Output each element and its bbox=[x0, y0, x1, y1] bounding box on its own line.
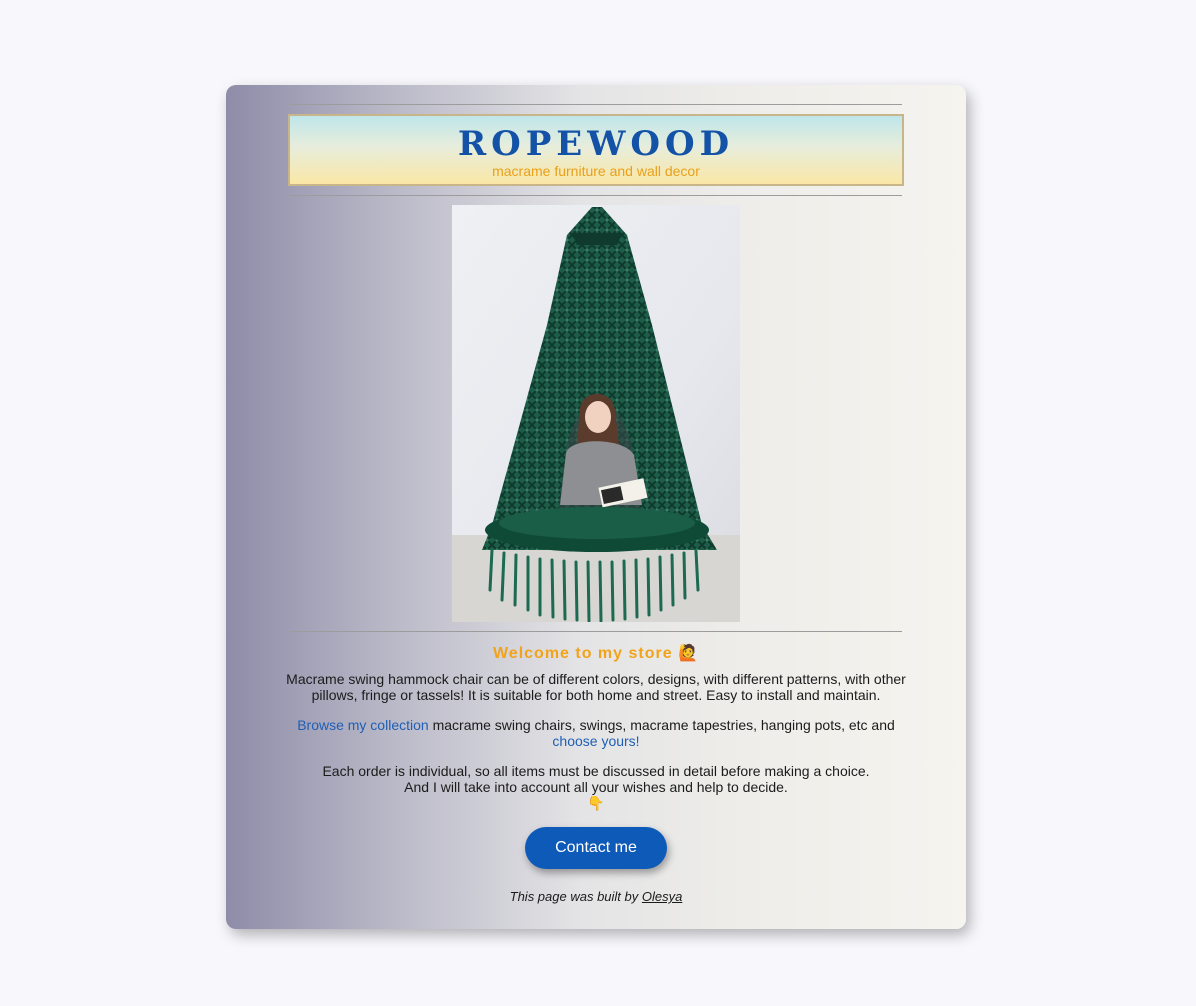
content-divider bbox=[290, 631, 902, 632]
page-footer: This page was built by Olesya bbox=[226, 889, 966, 904]
footer-text: This page was built by bbox=[509, 889, 642, 904]
hammock-photo bbox=[452, 205, 740, 622]
header-banner: ROPEWOOD macrame furniture and wall deco… bbox=[288, 114, 904, 186]
browse-collection-link[interactable]: Browse my collection bbox=[297, 717, 429, 733]
top-divider bbox=[290, 104, 902, 105]
order-paragraph: Each order is individual, so all items m… bbox=[281, 763, 911, 811]
choose-yours-link[interactable]: choose yours! bbox=[552, 733, 639, 749]
header-divider bbox=[290, 195, 902, 196]
store-card: ROPEWOOD macrame furniture and wall deco… bbox=[226, 85, 966, 929]
pointing-down-icon: 👇 bbox=[587, 795, 605, 811]
brand-tagline: macrame furniture and wall decor bbox=[492, 163, 700, 179]
raising-hand-icon: 🙋 bbox=[678, 645, 699, 662]
contact-button[interactable]: Contact me bbox=[525, 827, 667, 869]
collection-text: macrame swing chairs, swings, macrame ta… bbox=[428, 717, 895, 733]
hero-image bbox=[452, 205, 740, 622]
author-link[interactable]: Olesya bbox=[642, 889, 682, 904]
brand-title: ROPEWOOD bbox=[457, 124, 735, 164]
welcome-text: Welcome to my store bbox=[492, 645, 673, 662]
welcome-heading: Welcome to my store 🙋 bbox=[226, 643, 966, 663]
order-line-2: And I will take into account all your wi… bbox=[404, 779, 788, 795]
order-line-1: Each order is individual, so all items m… bbox=[322, 763, 870, 779]
collection-paragraph: Browse my collection macrame swing chair… bbox=[281, 717, 911, 749]
intro-paragraph: Macrame swing hammock chair can be of di… bbox=[286, 671, 906, 703]
